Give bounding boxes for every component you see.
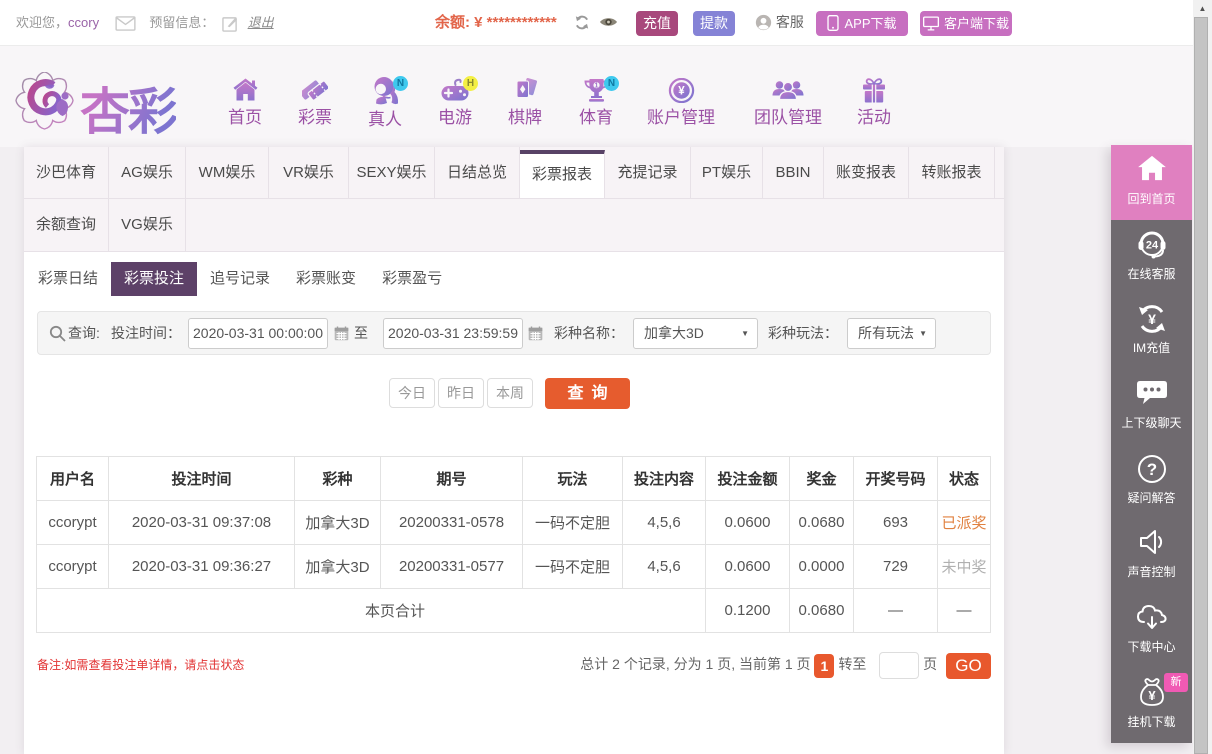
svg-text:¥: ¥ [1148, 688, 1156, 703]
svg-text:?: ? [1146, 460, 1156, 479]
svg-text:1: 1 [594, 83, 598, 90]
svg-text:¥: ¥ [1148, 311, 1156, 327]
svg-text:24: 24 [1145, 239, 1158, 251]
svg-text:¥: ¥ [678, 86, 685, 98]
